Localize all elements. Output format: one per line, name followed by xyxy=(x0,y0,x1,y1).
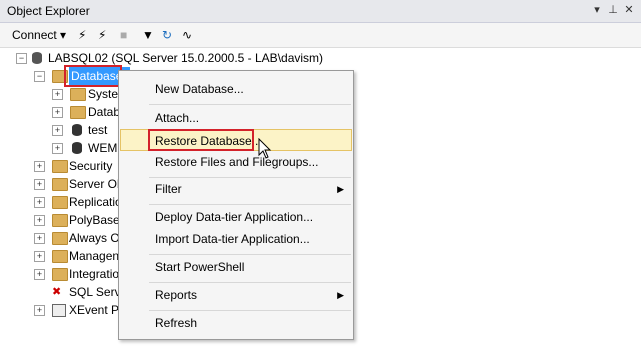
folder-icon xyxy=(52,196,68,209)
folder-icon xyxy=(52,232,68,245)
sql-agent-icon: ✖ xyxy=(52,286,62,298)
expand-icon[interactable]: + xyxy=(34,269,45,280)
expand-icon[interactable]: + xyxy=(34,215,45,226)
expand-icon[interactable]: + xyxy=(34,197,45,208)
menu-separator xyxy=(149,310,351,311)
menu-item-deploy-data-tier[interactable]: Deploy Data-tier Application... xyxy=(120,206,352,228)
panel-title: Object Explorer xyxy=(7,4,90,18)
expand-icon[interactable]: + xyxy=(34,233,45,244)
folder-icon xyxy=(52,160,68,173)
expand-icon[interactable]: + xyxy=(52,89,63,100)
node-label: Always O xyxy=(69,231,120,245)
submenu-arrow-icon: ▶ xyxy=(337,184,344,194)
node-label: Server Ob xyxy=(69,177,124,191)
menu-item-label: Restore Files and Filegroups... xyxy=(155,155,319,169)
folder-icon xyxy=(52,214,68,227)
node-label: Managen xyxy=(69,249,120,263)
expand-icon[interactable]: + xyxy=(34,179,45,190)
context-menu: New Database... Attach... Restore Databa… xyxy=(118,70,354,340)
collapse-icon[interactable]: − xyxy=(16,53,27,64)
menu-separator xyxy=(149,204,351,205)
menu-item-label: Deploy Data-tier Application... xyxy=(155,210,314,224)
highlight-databases xyxy=(64,65,122,87)
folder-icon xyxy=(70,88,86,101)
menu-item-label: Reports xyxy=(155,288,198,302)
node-label: PolyBase xyxy=(69,213,120,227)
stop-icon[interactable]: ■ xyxy=(120,27,127,43)
expand-icon[interactable]: + xyxy=(52,143,63,154)
disconnect-icon[interactable]: ⚡ xyxy=(98,27,106,43)
expand-icon[interactable]: + xyxy=(52,107,63,118)
expand-icon[interactable]: + xyxy=(34,305,45,316)
mouse-cursor-icon xyxy=(258,138,272,159)
server-icon xyxy=(32,52,42,64)
folder-icon xyxy=(52,250,68,263)
expand-icon[interactable]: + xyxy=(52,125,63,136)
dropdown-icon[interactable]: ▾ xyxy=(590,3,604,17)
database-icon xyxy=(72,124,82,136)
menu-item-refresh[interactable]: Refresh xyxy=(120,312,352,334)
node-label: Security xyxy=(69,159,113,173)
node-label: test xyxy=(88,123,108,137)
submenu-arrow-icon: ▶ xyxy=(337,290,344,300)
menu-item-restore-files[interactable]: Restore Files and Filegroups... xyxy=(120,151,352,173)
xevent-icon xyxy=(52,304,66,317)
folder-icon xyxy=(70,106,86,119)
menu-item-attach[interactable]: Attach... xyxy=(120,107,352,129)
menu-separator xyxy=(149,282,351,283)
expand-icon[interactable]: + xyxy=(34,251,45,262)
node-label: Integratio xyxy=(69,267,120,281)
menu-item-label: Import Data-tier Application... xyxy=(155,232,310,246)
folder-icon xyxy=(52,178,68,191)
pin-icon[interactable]: ⊥ xyxy=(606,3,620,17)
node-label: Replicatio xyxy=(69,195,122,209)
node-label: XEvent Pr xyxy=(69,303,124,317)
database-icon xyxy=(72,142,82,154)
menu-item-label: Filter xyxy=(155,182,182,196)
menu-item-filter[interactable]: Filter ▶ xyxy=(120,178,352,200)
menu-item-import-data-tier[interactable]: Import Data-tier Application... xyxy=(120,228,352,250)
node-label: Datab xyxy=(88,105,121,119)
menu-item-label: Refresh xyxy=(155,316,198,330)
connect-button[interactable]: Connect ▾ xyxy=(12,27,66,43)
menu-item-start-powershell[interactable]: Start PowerShell xyxy=(120,256,352,278)
menu-item-new-database[interactable]: New Database... xyxy=(120,78,352,100)
collapse-icon[interactable]: − xyxy=(34,71,45,82)
connect-icon[interactable]: ⚡ xyxy=(78,27,86,43)
menu-separator xyxy=(149,104,351,105)
folder-icon xyxy=(52,268,68,281)
object-explorer-toolbar: Connect ▾ ⚡ ⚡ ■ ▼ ↻ ∿ xyxy=(0,23,641,48)
menu-item-label: Start PowerShell xyxy=(155,260,245,274)
menu-item-reports[interactable]: Reports ▶ xyxy=(120,284,352,306)
object-explorer-titlebar: Object Explorer ▾ ⊥ ✕ xyxy=(0,0,641,23)
filter-icon[interactable]: ▼ xyxy=(142,27,154,43)
close-icon[interactable]: ✕ xyxy=(622,3,636,17)
activity-monitor-icon[interactable]: ∿ xyxy=(182,27,192,43)
highlight-restore-database xyxy=(148,129,254,151)
node-label: WEMI xyxy=(88,141,121,155)
expand-icon[interactable]: + xyxy=(34,161,45,172)
menu-separator xyxy=(149,254,351,255)
menu-item-label: Attach... xyxy=(155,111,200,125)
menu-item-label: New Database... xyxy=(155,82,244,96)
refresh-icon[interactable]: ↻ xyxy=(162,27,172,43)
